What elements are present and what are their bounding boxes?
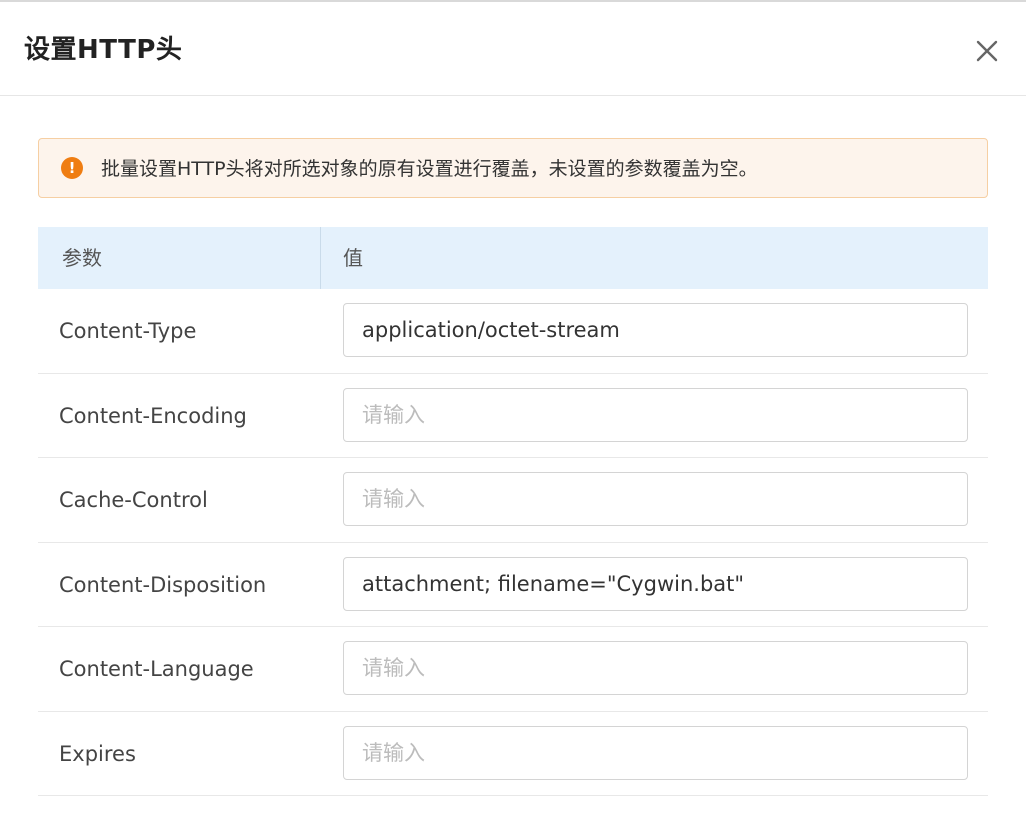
close-icon xyxy=(976,40,998,62)
cache-control-input[interactable] xyxy=(343,472,968,526)
content-encoding-input[interactable] xyxy=(343,387,968,442)
param-label-content-disposition: Content-Disposition xyxy=(59,572,267,597)
param-label-content-language: Content-Language xyxy=(59,657,254,681)
table-row: Content-Type xyxy=(38,289,988,374)
column-header-value: 值 xyxy=(343,246,363,270)
close-button[interactable] xyxy=(970,34,1004,68)
table-row: Content-Disposition xyxy=(38,543,988,627)
table-header: 参数 值 xyxy=(38,227,988,289)
expires-input[interactable] xyxy=(343,725,968,780)
content-type-input[interactable] xyxy=(343,303,968,357)
param-label-content-type: Content-Type xyxy=(59,319,197,343)
content-language-input[interactable] xyxy=(343,641,968,695)
param-label-cache-control: Cache-Control xyxy=(59,488,208,512)
warning-alert: ! 批量设置HTTP头将对所选对象的原有设置进行覆盖，未设置的参数覆盖为空。 xyxy=(38,138,988,198)
http-header-dialog: 设置HTTP头 ! 批量设置HTTP头将对所选对象的原有设置进行覆盖，未设置的参… xyxy=(0,0,1026,840)
alert-message: 批量设置HTTP头将对所选对象的原有设置进行覆盖，未设置的参数覆盖为空。 xyxy=(101,158,758,180)
param-label-content-encoding: Content-Encoding xyxy=(59,403,247,428)
column-header-param: 参数 xyxy=(62,246,102,270)
http-header-table: 参数 值 Content-Type Content-Encoding Cache… xyxy=(38,227,988,796)
dialog-header: 设置HTTP头 xyxy=(0,2,1026,96)
dialog-title: 设置HTTP头 xyxy=(24,35,183,65)
content-disposition-input[interactable] xyxy=(343,556,968,611)
param-label-expires: Expires xyxy=(59,741,136,766)
table-row: Expires xyxy=(38,712,988,796)
exclamation-circle-icon: ! xyxy=(61,157,83,179)
table-row: Content-Encoding xyxy=(38,374,988,458)
column-divider xyxy=(320,227,321,289)
table-row: Content-Language xyxy=(38,627,988,712)
table-row: Cache-Control xyxy=(38,458,988,543)
